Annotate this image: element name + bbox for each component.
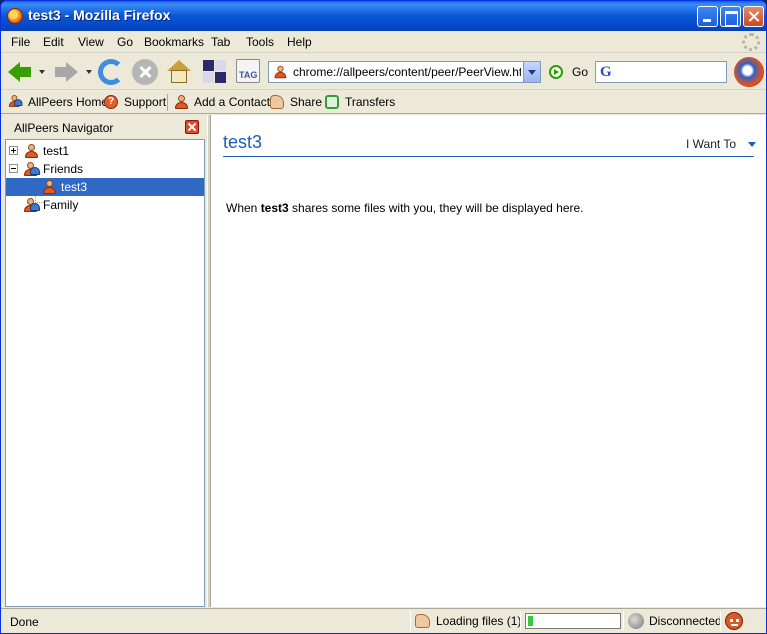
share-hand-icon: [270, 95, 284, 109]
user-icon: [24, 144, 40, 159]
collapse-icon[interactable]: [9, 164, 18, 173]
group-icon: [23, 162, 40, 177]
home-button[interactable]: [166, 59, 192, 85]
forward-arrow-icon: [66, 62, 78, 82]
forward-history-dropdown[interactable]: [86, 70, 92, 74]
share-hand-icon: [415, 614, 430, 628]
chevron-down-icon: [748, 142, 756, 147]
minimize-button[interactable]: [697, 6, 718, 27]
menu-tab[interactable]: Tab: [211, 35, 230, 49]
sidebar-close-button[interactable]: [185, 120, 199, 134]
bookmark-manager-button[interactable]: [202, 59, 228, 85]
bookmark-support[interactable]: ? Support: [104, 94, 166, 111]
status-bar: Done Loading files (1) Disconnected: [1, 608, 766, 633]
title-bar[interactable]: test3 - Mozilla Firefox: [1, 1, 766, 31]
globe-icon: [628, 613, 644, 629]
url-text[interactable]: chrome://allpeers/content/peer/PeerView.…: [293, 65, 521, 79]
sidebar-header: AllPeers Navigator: [1, 115, 207, 139]
progress-meter: [525, 613, 621, 629]
tag-button[interactable]: TAG: [236, 59, 260, 83]
bookmark-add-contact[interactable]: Add a Contact: [174, 94, 270, 111]
menu-tools[interactable]: Tools: [246, 35, 274, 49]
peer-tree[interactable]: test1 Friends test3 Family: [5, 139, 205, 607]
sidebar: AllPeers Navigator test1 Friends test3 F…: [1, 115, 207, 607]
bookmarks-toolbar: AllPeers Home ? Support Add a Contact Sh…: [1, 91, 766, 114]
stop-button[interactable]: [132, 59, 158, 85]
add-contact-icon: [174, 95, 188, 109]
i-want-to-label: I Want To: [686, 137, 737, 151]
menu-go[interactable]: Go: [117, 35, 133, 49]
close-button[interactable]: [743, 6, 764, 27]
go-arrow-icon: [549, 65, 563, 79]
activity-spinner-icon: [742, 33, 760, 51]
tree-row-test1[interactable]: test1: [6, 142, 204, 160]
tree-row-family[interactable]: Family: [6, 196, 204, 214]
navigation-toolbar: TAG chrome://allpeers/content/peer/PeerV…: [1, 54, 766, 90]
google-icon[interactable]: G: [600, 64, 612, 81]
bookmark-allpeers-home[interactable]: AllPeers Home: [8, 94, 108, 111]
bookmark-transfers[interactable]: Transfers: [325, 94, 395, 111]
firefox-icon: [7, 8, 23, 24]
i-want-to-menu[interactable]: I Want To: [686, 137, 756, 153]
expand-icon[interactable]: [9, 146, 18, 155]
menu-help[interactable]: Help: [287, 35, 312, 49]
search-input[interactable]: G: [595, 61, 727, 83]
status-text: Done: [10, 615, 39, 629]
title-divider: [223, 156, 754, 157]
url-bar[interactable]: chrome://allpeers/content/peer/PeerView.…: [268, 61, 541, 83]
window-title: test3 - Mozilla Firefox: [28, 7, 171, 23]
menu-bar: File Edit View Go Bookmarks Tab Tools He…: [1, 31, 766, 53]
transfers-icon: [325, 95, 339, 109]
menu-file[interactable]: File: [11, 35, 30, 49]
allpeers-user-icon: [274, 65, 287, 79]
tree-row-test3[interactable]: test3: [6, 178, 204, 196]
firefox-throbber-icon[interactable]: [734, 57, 764, 87]
group-icon: [23, 198, 40, 213]
browser-window: test3 - Mozilla Firefox File Edit View G…: [0, 0, 767, 634]
menu-edit[interactable]: Edit: [43, 35, 64, 49]
empty-state-message: When test3 shares some files with you, t…: [226, 201, 584, 215]
forward-button[interactable]: [54, 59, 80, 85]
user-icon: [42, 180, 58, 195]
page-title: test3: [223, 132, 263, 152]
menu-view[interactable]: View: [78, 35, 104, 49]
reload-button[interactable]: [98, 59, 124, 85]
url-history-dropdown[interactable]: [523, 62, 540, 82]
back-history-dropdown[interactable]: [39, 70, 45, 74]
menu-bookmarks[interactable]: Bookmarks: [144, 35, 204, 49]
tree-row-friends[interactable]: Friends: [6, 160, 204, 178]
sidebar-title: AllPeers Navigator: [14, 121, 114, 135]
peer-view: test3 I Want To When test3 shares some f…: [211, 115, 766, 607]
tag-icon: TAG: [239, 70, 258, 80]
bookmark-share[interactable]: Share: [270, 94, 322, 111]
progress-fill: [528, 616, 534, 626]
allpeers-home-icon: [8, 95, 23, 107]
allpeers-status-icon[interactable]: [725, 612, 743, 630]
go-button[interactable]: Go: [549, 63, 589, 81]
go-label: Go: [572, 65, 589, 79]
bookmarks-separator: [167, 94, 168, 111]
maximize-button[interactable]: [720, 6, 741, 27]
back-button[interactable]: [8, 59, 34, 85]
help-icon: ?: [104, 95, 118, 109]
